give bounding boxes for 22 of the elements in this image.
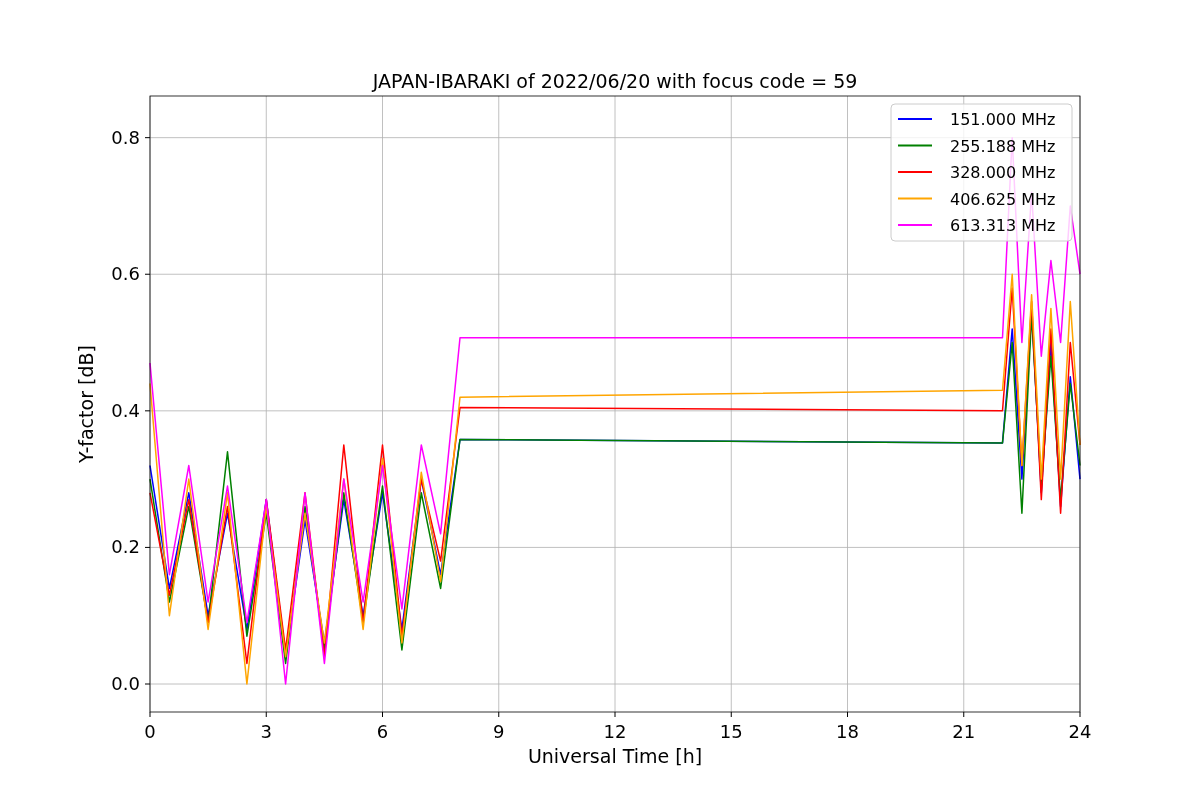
x-tick-label: 0 [144, 721, 156, 742]
y-tick-label: 0.0 [111, 673, 140, 694]
y-tick-label: 0.6 [111, 263, 140, 285]
x-tick-label: 18 [836, 721, 859, 742]
x-tick-label: 12 [603, 721, 627, 742]
x-axis-label: Universal Time [h] [527, 745, 703, 767]
y-tick-label: 0.4 [111, 399, 140, 421]
y-axis-label: Y-factor [dB] [75, 345, 97, 463]
x-tick-label: 6 [376, 721, 389, 742]
x-tick-label: 3 [260, 721, 272, 742]
x-tick-label: 9 [493, 721, 505, 742]
legend-label: 328.000 MHz [950, 163, 1056, 182]
legend-label: 255.188 MHz [950, 136, 1056, 156]
chart-title: JAPAN-IBARAKI of 2022/06/20 with focus code = 59 [372, 70, 858, 92]
x-tick-label: 24 [1068, 721, 1092, 742]
x-tick-label: 21 [952, 721, 976, 742]
y-tick-label: 0.2 [111, 536, 140, 558]
y-tick-label: 0.8 [111, 126, 140, 148]
legend-label: 151.000 MHz [950, 110, 1056, 129]
legend-label: 406.625 MHz [950, 189, 1056, 209]
x-tick-label: 15 [719, 721, 743, 742]
legend-label: 613.313 MHz [950, 216, 1056, 235]
